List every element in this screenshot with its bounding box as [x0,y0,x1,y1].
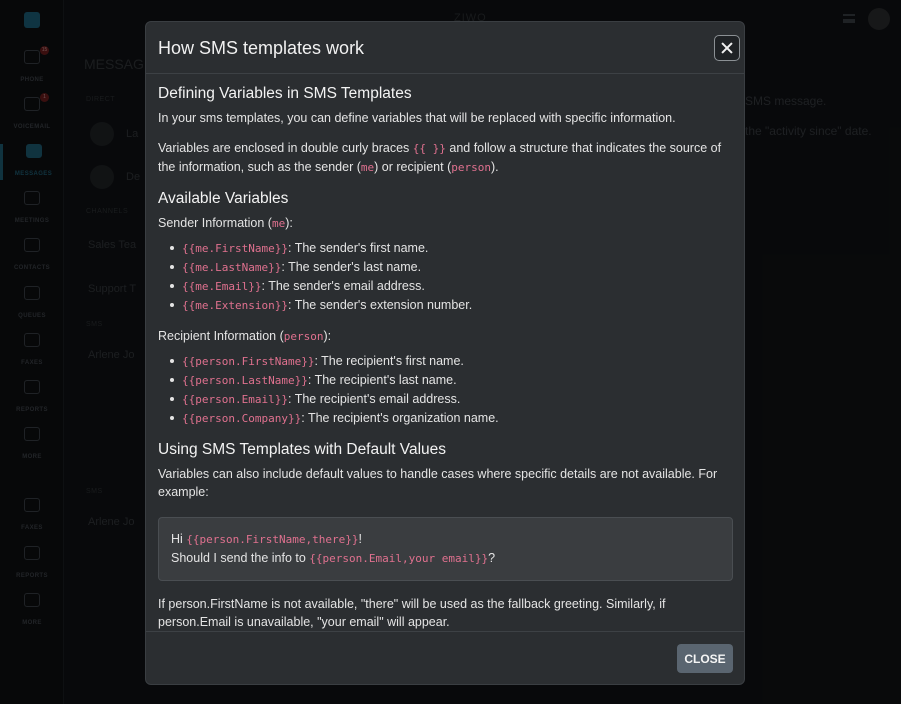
section-heading: Defining Variables in SMS Templates [158,85,412,102]
example-block: Hi {{person.FirstName,there}}! Should I … [158,517,733,581]
sms-templates-dialog: How SMS templates work Defining Variable… [145,21,745,685]
variable-description: : The sender's extension number. [287,298,473,312]
dialog-footer: CLOSE [146,631,744,685]
recipient-info-label: Recipient Information (person): [158,327,733,346]
fallback-paragraph: If person.FirstName is not available, "t… [158,597,666,629]
code-snippet: {{me.Email}} [182,280,262,293]
code-snippet: {{ }} [412,142,446,155]
list-item: {{person.LastName}}: The recipient's las… [166,371,733,390]
text: ): [285,216,293,230]
sender-info-label: Sender Information (me): [158,214,733,233]
variable-description: : The recipient's first name. [314,354,464,368]
example-line: Hi {{person.FirstName,there}}! [171,530,720,549]
code-snippet: {{me.Extension}} [182,299,288,312]
close-icon[interactable] [714,35,740,61]
dialog-title: How SMS templates work [158,38,365,58]
text: ): [323,329,332,343]
code-snippet: {{person.FirstName}} [182,355,315,368]
recipient-variable-list: {{person.FirstName}}: The recipient's fi… [166,352,733,428]
text: ). [491,160,499,174]
code-snippet: me [271,217,286,230]
example-line: Should I send the info to {{person.Email… [171,549,720,568]
text: ? [488,551,496,565]
code-snippet: {{person.Email}} [182,393,288,406]
code-snippet: {{person.Company}} [182,412,302,425]
dialog-header: How SMS templates work [146,22,744,74]
text: ! [358,532,362,546]
variable-description: : The recipient's last name. [307,373,457,387]
section-heading: Using SMS Templates with Default Values [158,441,447,458]
variable-description: : The recipient's email address. [287,392,461,406]
intro-paragraph: In your sms templates, you can define va… [158,111,676,125]
list-item: {{person.Company}}: The recipient's orga… [166,409,733,428]
text: Should I send the info to [171,551,310,565]
code-snippet: {{person.FirstName,there}} [186,533,359,546]
code-snippet: {{person.Email,your email}} [309,552,489,565]
list-item: {{me.Email}}: The sender's email address… [166,277,733,296]
code-snippet: me [360,161,375,174]
braces-paragraph: Variables are enclosed in double curly b… [158,139,733,177]
text: Sender Information ( [158,216,272,230]
text: Hi [171,532,187,546]
dialog-body: Defining Variables in SMS Templates In y… [158,84,733,631]
sender-variable-list: {{me.FirstName}}: The sender's first nam… [166,239,733,315]
list-item: {{person.Email}}: The recipient's email … [166,390,733,409]
code-snippet: person [283,330,324,343]
code-snippet: {{me.FirstName}} [182,242,288,255]
text: Variables are enclosed in double curly b… [158,141,413,155]
code-snippet: {{person.LastName}} [182,374,308,387]
variable-description: : The recipient's organization name. [301,411,499,425]
variable-description: : The sender's first name. [287,241,429,255]
text: Recipient Information ( [158,329,284,343]
list-item: {{me.Extension}}: The sender's extension… [166,296,733,315]
list-item: {{me.LastName}}: The sender's last name. [166,258,733,277]
close-button[interactable]: CLOSE [677,644,733,673]
code-snippet: person [451,161,491,174]
section-heading: Available Variables [158,190,289,207]
list-item: {{me.FirstName}}: The sender's first nam… [166,239,733,258]
default-values-paragraph: Variables can also include default value… [158,467,718,499]
list-item: {{person.FirstName}}: The recipient's fi… [166,352,733,371]
variable-description: : The sender's last name. [281,260,422,274]
variable-description: : The sender's email address. [261,279,425,293]
text: ) or recipient ( [374,160,452,174]
code-snippet: {{me.LastName}} [182,261,282,274]
